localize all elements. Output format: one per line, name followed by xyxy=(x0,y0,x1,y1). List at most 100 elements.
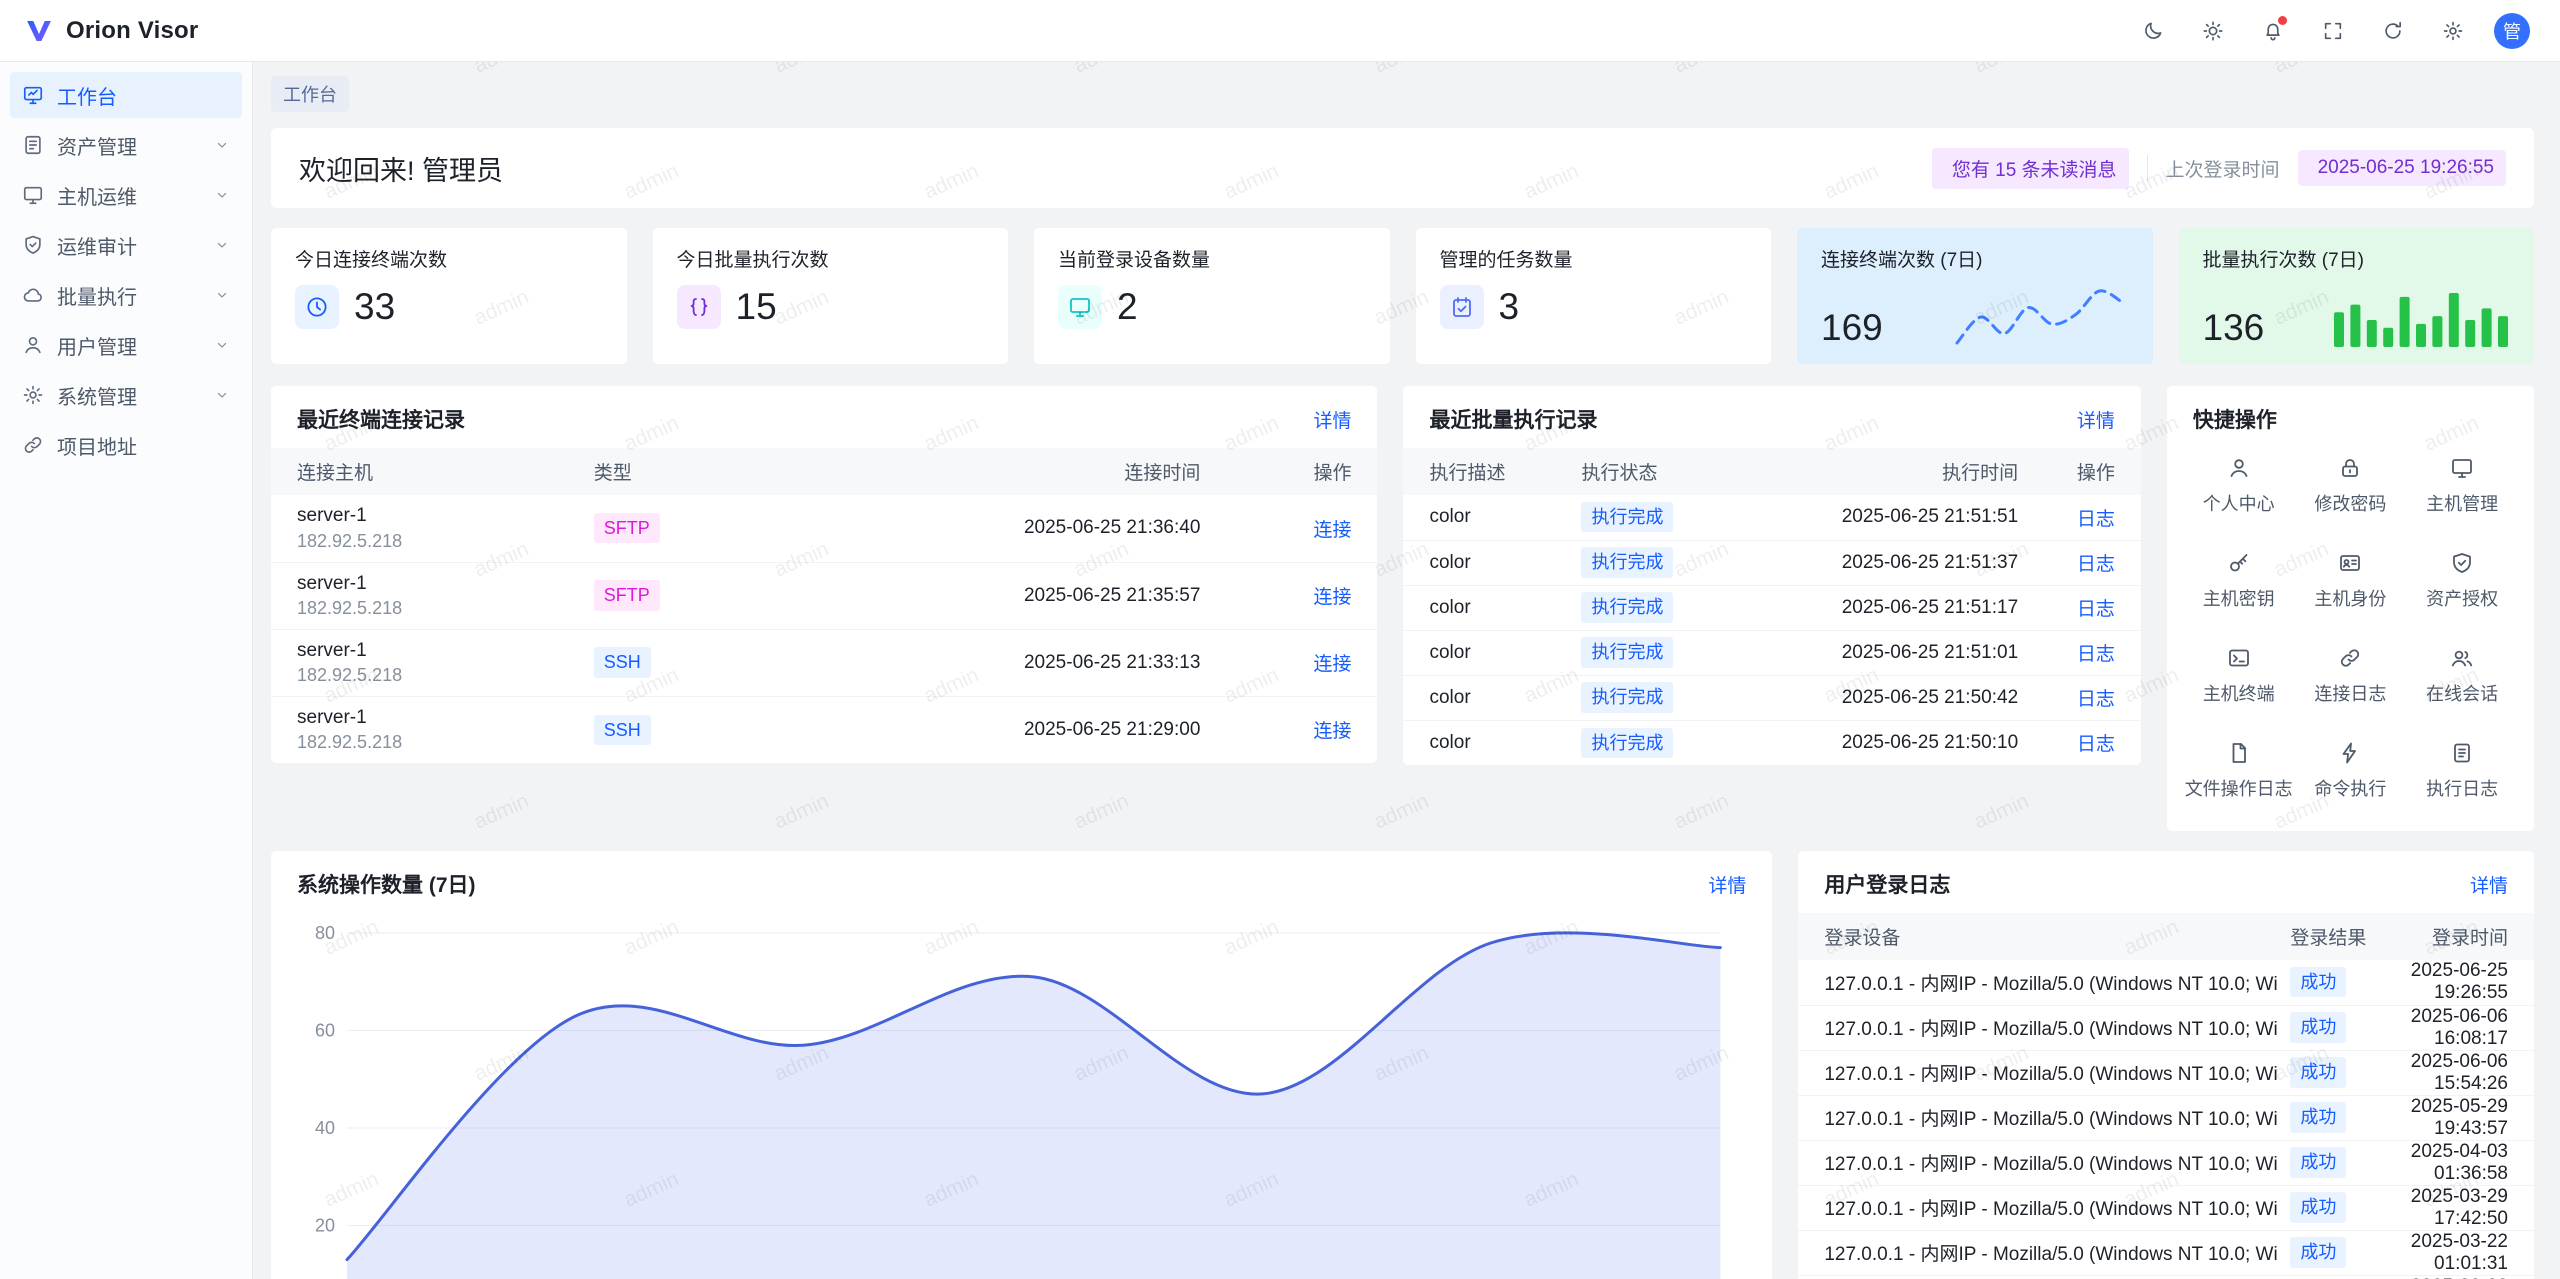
terminal-records-detail-link[interactable]: 详情 xyxy=(1313,406,1351,433)
link-icon xyxy=(2338,646,2362,670)
ops-area-chart: 0204060802025-06-192025-06-202025-06-212… xyxy=(287,915,1746,1279)
quick-action-personal-center[interactable]: 个人中心 xyxy=(2183,456,2295,516)
login-time: 2025-05-29 19:43:57 xyxy=(2378,1095,2534,1140)
quick-actions-card: 快捷操作 个人中心修改密码主机管理主机密钥主机身份资产授权主机终端连接日志在线会… xyxy=(2167,386,2534,831)
users-icon xyxy=(2450,646,2474,670)
quick-action-label: 命令执行 xyxy=(2314,775,2386,801)
user-icon xyxy=(2227,456,2251,480)
welcome-title: 欢迎回来! 管理员 xyxy=(299,149,503,188)
quick-action-command-execution[interactable]: 命令执行 xyxy=(2295,741,2407,801)
connect-link[interactable]: 连接 xyxy=(1313,654,1351,675)
batch-record-row: color执行完成2025-06-25 21:50:42日志 xyxy=(1403,675,2140,720)
quick-action-online-sessions[interactable]: 在线会话 xyxy=(2406,646,2518,706)
stat-card-current-login-devices: 当前登录设备数量2 xyxy=(1034,228,1390,364)
sidebar-item-asset-management[interactable]: 资产管理 xyxy=(10,122,242,168)
chevron-down-icon xyxy=(214,187,230,203)
brightness-button[interactable] xyxy=(2194,12,2232,50)
quick-action-change-password[interactable]: 修改密码 xyxy=(2295,456,2407,516)
fullscreen-button[interactable] xyxy=(2314,12,2352,50)
sidebar-item-user-management[interactable]: 用户管理 xyxy=(10,322,242,368)
batch-records-detail-link[interactable]: 详情 xyxy=(2077,406,2115,433)
batch-record-row: color执行完成2025-06-25 21:51:37日志 xyxy=(1403,540,2140,585)
quick-action-label: 主机密钥 xyxy=(2203,585,2275,611)
login-log-row: 127.0.0.1 - 内网IP - Mozilla/5.0 (Windows … xyxy=(1798,1050,2534,1095)
connect-link[interactable]: 连接 xyxy=(1313,587,1351,608)
login-device: 127.0.0.1 - 内网IP - Mozilla/5.0 (Windows … xyxy=(1798,1095,2278,1140)
quick-action-asset-authorization[interactable]: 资产授权 xyxy=(2406,551,2518,611)
sidebar-item-project-repo[interactable]: 项目地址 xyxy=(10,422,242,468)
login-result-tag: 成功 xyxy=(2290,1057,2346,1087)
execution-status-tag: 执行完成 xyxy=(1581,682,1673,712)
quick-action-connection-logs[interactable]: 连接日志 xyxy=(2295,646,2407,706)
top-bar: Orion Visor 管 xyxy=(0,0,2560,62)
user-avatar[interactable]: 管 xyxy=(2494,13,2530,49)
quick-action-host-management[interactable]: 主机管理 xyxy=(2406,456,2518,516)
quick-action-host-keys[interactable]: 主机密钥 xyxy=(2183,551,2295,611)
sidebar-item-label: 工作台 xyxy=(57,81,230,110)
dashboard-icon xyxy=(22,84,44,106)
log-link[interactable]: 日志 xyxy=(2077,554,2115,575)
sidebar-item-host-ops[interactable]: 主机运维 xyxy=(10,172,242,218)
login-time: 2025-03-22 00:42:34 xyxy=(2378,1275,2534,1279)
sidebar-item-label: 资产管理 xyxy=(57,131,201,160)
quick-action-execution-logs[interactable]: 执行日志 xyxy=(2406,741,2518,801)
quick-action-file-operation-logs[interactable]: 文件操作日志 xyxy=(2183,741,2295,801)
notifications-button[interactable] xyxy=(2254,12,2292,50)
breadcrumb-item-workbench[interactable]: 工作台 xyxy=(271,76,349,112)
sparkbar-chart xyxy=(2332,285,2510,349)
connect-link[interactable]: 连接 xyxy=(1313,721,1351,742)
sidebar-item-ops-audit[interactable]: 运维审计 xyxy=(10,222,242,268)
terminal-icon xyxy=(2227,646,2251,670)
log-link[interactable]: 日志 xyxy=(2077,509,2115,530)
app-logo: Orion Visor xyxy=(24,16,198,46)
log-link[interactable]: 日志 xyxy=(2077,689,2115,710)
sidebar-item-label: 运维审计 xyxy=(57,231,201,260)
sidebar-collapse-button[interactable] xyxy=(204,1233,238,1267)
unread-messages-label: 您有 15 条未读消息 xyxy=(1952,155,2117,182)
column-header: 操作 xyxy=(2030,448,2141,495)
refresh-button[interactable] xyxy=(2374,12,2412,50)
quick-action-label: 个人中心 xyxy=(2203,490,2275,516)
ops-chart-detail-link[interactable]: 详情 xyxy=(1708,871,1746,898)
column-header: 执行状态 xyxy=(1569,448,1738,495)
stat-value: 33 xyxy=(354,286,395,328)
protocol-tag: SFTP xyxy=(594,513,660,543)
login-result-tag: 成功 xyxy=(2290,967,2346,997)
welcome-banner: 欢迎回来! 管理员 您有 15 条未读消息 上次登录时间 2025-06-25 … xyxy=(271,128,2534,208)
login-time: 2025-03-29 17:42:50 xyxy=(2378,1185,2534,1230)
theme-toggle-button[interactable] xyxy=(2134,12,2172,50)
connection-time: 2025-06-25 21:35:57 xyxy=(777,562,1212,629)
login-time: 2025-04-03 01:36:58 xyxy=(2378,1140,2534,1185)
unread-messages-badge[interactable]: 您有 15 条未读消息 xyxy=(1932,148,2129,189)
sidebar-item-workbench[interactable]: 工作台 xyxy=(10,72,242,118)
host-icon xyxy=(22,184,44,206)
login-log-row: 127.0.0.1 - 内网IP - Mozilla/5.0 (Windows … xyxy=(1798,1140,2534,1185)
login-result-tag: 成功 xyxy=(2290,1237,2346,1267)
host-ip: 182.92.5.218 xyxy=(297,596,570,620)
login-result-tag: 成功 xyxy=(2290,1147,2346,1177)
login-logs-detail-link[interactable]: 详情 xyxy=(2470,871,2508,898)
svg-text:60: 60 xyxy=(315,1021,335,1041)
settings-button[interactable] xyxy=(2434,12,2472,50)
execution-description: color xyxy=(1403,720,1569,765)
host-name: server-1 xyxy=(297,503,570,529)
connect-link[interactable]: 连接 xyxy=(1313,520,1351,541)
braces-icon xyxy=(677,285,721,329)
batch-icon xyxy=(22,284,44,306)
log-link[interactable]: 日志 xyxy=(2077,644,2115,665)
column-header: 登录时间 xyxy=(2378,913,2534,960)
last-login-time: 2025-06-25 19:26:55 xyxy=(2318,157,2494,179)
login-log-row: 127.0.0.1 - 内网IP - Mozilla/5.0 (Windows … xyxy=(1798,960,2534,1005)
logo-icon xyxy=(24,16,54,46)
stat-title: 管理的任务数量 xyxy=(1440,245,1748,272)
column-header: 连接主机 xyxy=(271,448,582,495)
fullscreen-icon xyxy=(2322,20,2344,42)
quick-action-host-terminal[interactable]: 主机终端 xyxy=(2183,646,2295,706)
sidebar-item-system-management[interactable]: 系统管理 xyxy=(10,372,242,418)
sidebar-item-batch-execution[interactable]: 批量执行 xyxy=(10,272,242,318)
quick-action-host-identities[interactable]: 主机身份 xyxy=(2295,551,2407,611)
log-link[interactable]: 日志 xyxy=(2077,734,2115,755)
batch-record-row: color执行完成2025-06-25 21:51:01日志 xyxy=(1403,630,2140,675)
log-link[interactable]: 日志 xyxy=(2077,599,2115,620)
execution-description: color xyxy=(1403,495,1569,540)
